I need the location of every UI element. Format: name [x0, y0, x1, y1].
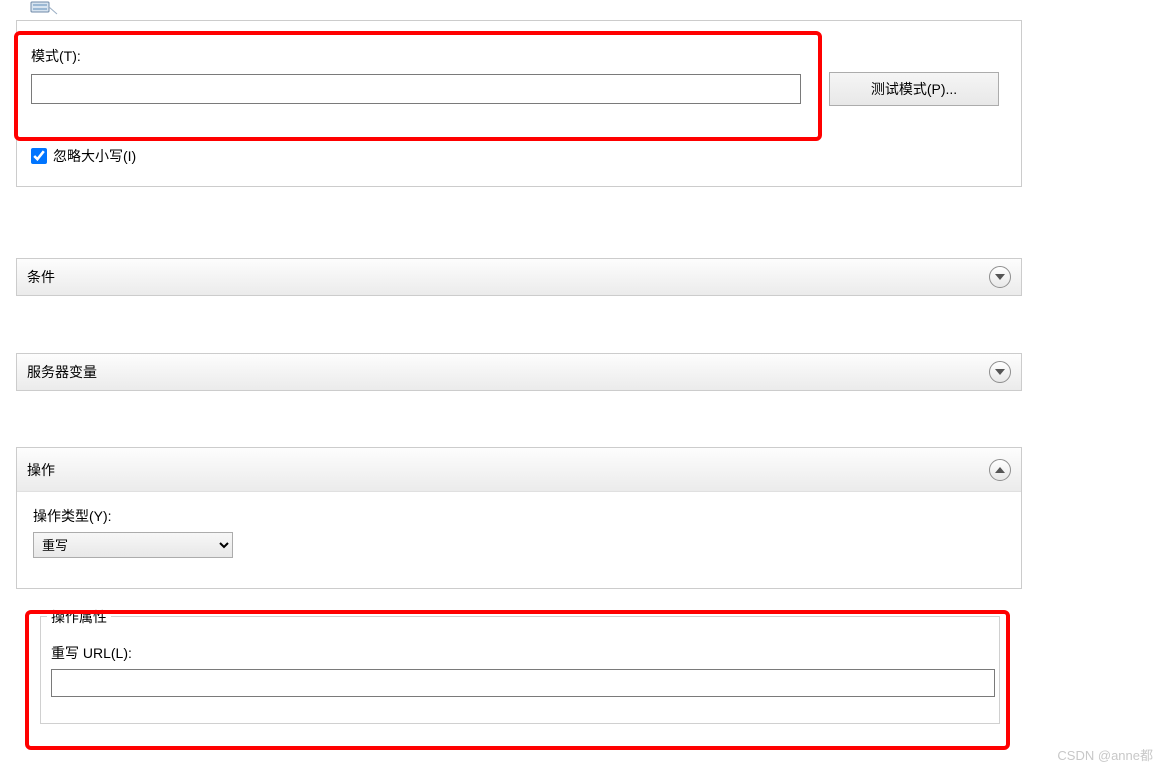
ignore-case-row: 忽略大小写(I) [31, 146, 1021, 166]
test-pattern-button[interactable]: 测试模式(P)... [829, 72, 999, 106]
match-url-panel: 模式(T): 测试模式(P)... 忽略大小写(I) [16, 20, 1022, 187]
action-section-header[interactable]: 操作 [17, 448, 1021, 492]
action-type-label: 操作类型(Y): [33, 506, 1005, 526]
rewrite-url-label: 重写 URL(L): [51, 643, 989, 663]
pattern-input-row: 测试模式(P)... [31, 72, 1007, 106]
chevron-down-icon [989, 266, 1011, 288]
conditions-section-header[interactable]: 条件 [16, 258, 1022, 296]
action-title: 操作 [27, 460, 55, 480]
rewrite-url-input[interactable] [51, 669, 995, 697]
action-properties-fieldset: 操作属性 重写 URL(L): [40, 616, 1000, 724]
ignore-case-label: 忽略大小写(I) [53, 146, 136, 166]
action-type-select[interactable]: 重写 [33, 532, 233, 558]
conditions-title: 条件 [27, 267, 55, 287]
pattern-input[interactable] [31, 74, 801, 104]
server-vars-title: 服务器变量 [27, 362, 97, 382]
watermark: CSDN @anne都 [1057, 745, 1153, 764]
ignore-case-checkbox[interactable] [31, 148, 47, 164]
chevron-down-icon [989, 361, 1011, 383]
server-icon [30, 0, 60, 20]
chevron-up-icon [989, 459, 1011, 481]
action-properties-legend: 操作属性 [47, 607, 111, 627]
pattern-label: 模式(T): [31, 46, 1007, 66]
action-section: 操作 操作类型(Y): 重写 [16, 447, 1022, 589]
action-body: 操作类型(Y): 重写 [17, 492, 1021, 558]
server-variables-section-header[interactable]: 服务器变量 [16, 353, 1022, 391]
pattern-row: 模式(T): 测试模式(P)... [31, 46, 1007, 106]
